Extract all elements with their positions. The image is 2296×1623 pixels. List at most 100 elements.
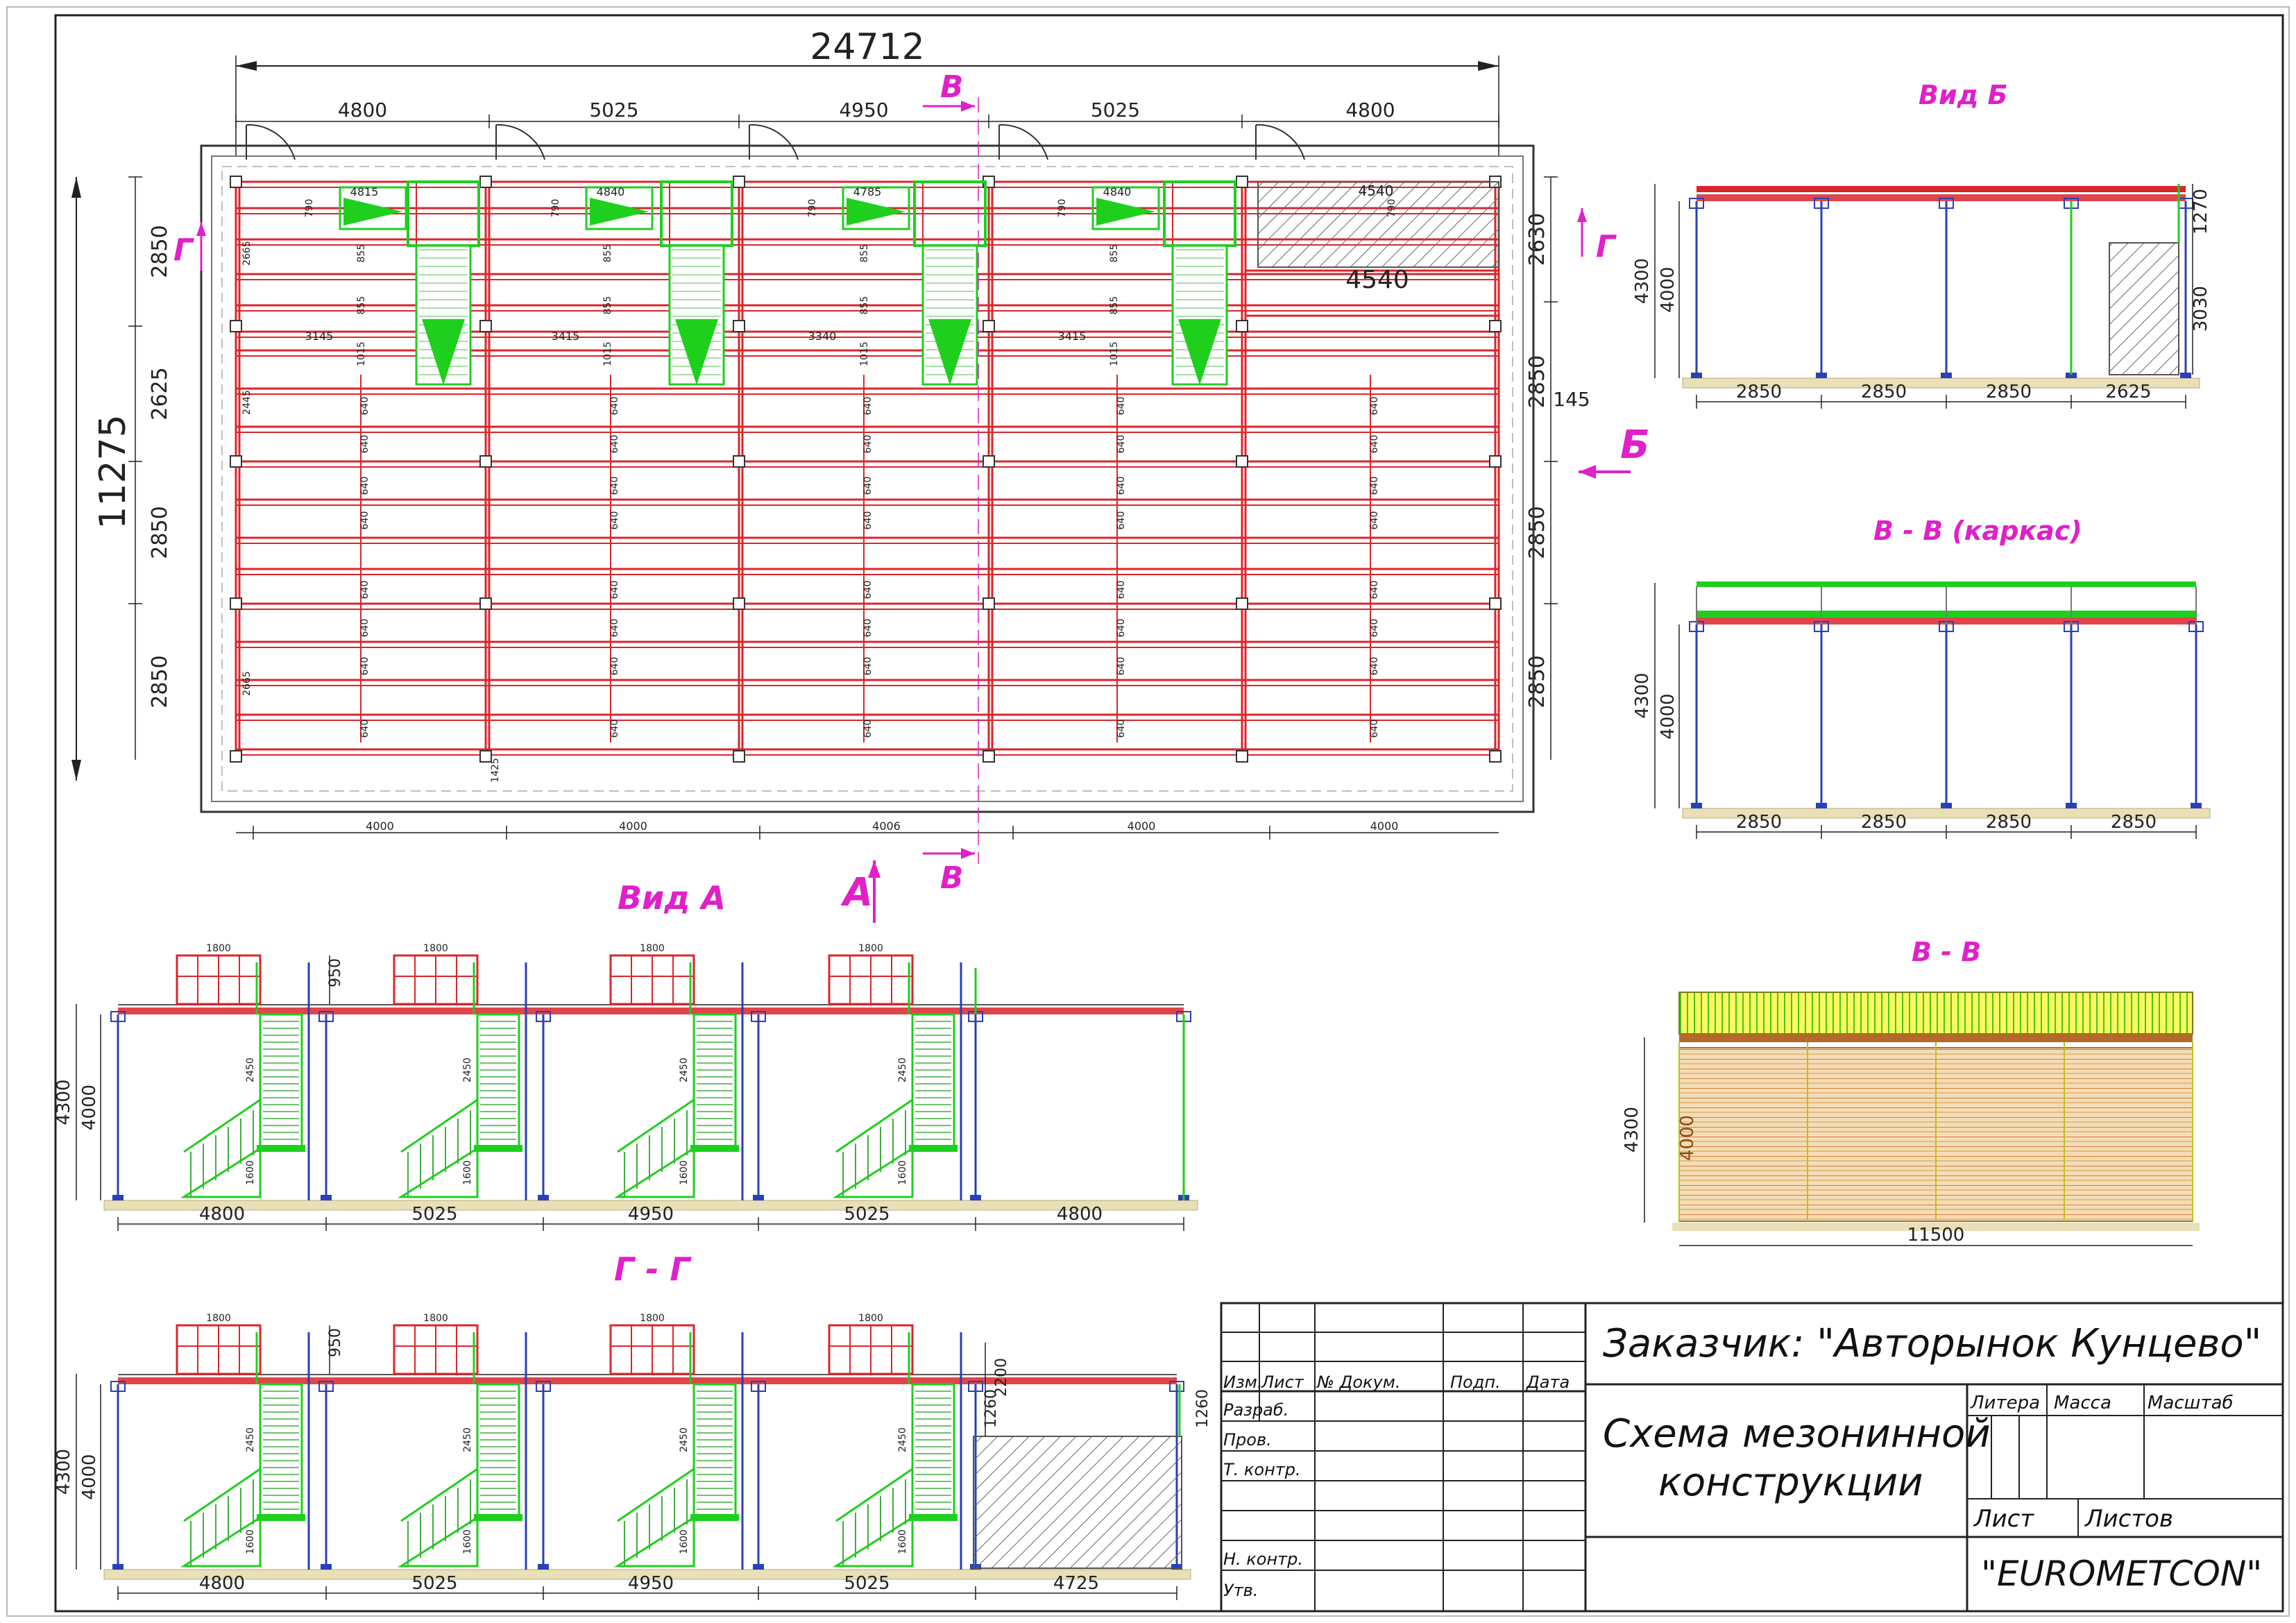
column-base xyxy=(1691,803,1702,808)
row-gap-dim: 640 xyxy=(1369,511,1380,530)
landing-width-dim: 1800 xyxy=(206,1313,231,1324)
stair-width-dim: 4840 xyxy=(597,185,625,198)
view-gg: Г - Г 4800 5025 4950 5025 4725 4300 4000 1800 24… xyxy=(53,1250,1211,1600)
tb-col-sign: Подп. xyxy=(1450,1373,1501,1392)
landing-width-dim: 1800 xyxy=(423,943,448,954)
stair-dim: 2450 xyxy=(462,1057,473,1082)
column-post xyxy=(733,320,745,332)
column-post xyxy=(1236,320,1248,332)
left-span-dim: 2850 xyxy=(148,225,172,278)
row-gap-dim: 640 xyxy=(359,397,371,416)
height-total-dim: 4300 xyxy=(1632,672,1653,718)
small-dim: 1015 xyxy=(602,341,613,366)
row-gap-dim: 640 xyxy=(862,720,874,738)
right-dim: 2200 xyxy=(993,1358,1010,1397)
stair-dim: 2450 xyxy=(897,1427,908,1452)
row-gap-dim: 640 xyxy=(359,657,371,676)
stair-side-arrow xyxy=(847,198,905,226)
column-post xyxy=(733,597,745,610)
column-post xyxy=(1236,597,1248,610)
column-post xyxy=(479,455,492,468)
tb-row-razrab: Разраб. xyxy=(1223,1400,1289,1420)
stair-landing-base xyxy=(257,1514,305,1521)
row-gap-dim: 640 xyxy=(862,581,874,600)
column-post xyxy=(479,597,492,610)
column-post xyxy=(1489,455,1502,468)
rail-panel xyxy=(1678,992,2193,1035)
bottom-span-dim: 4000 xyxy=(1370,819,1399,833)
beam-gap-dim: 3415 xyxy=(552,330,580,343)
door-arc xyxy=(246,124,296,160)
height-total-dim: 4300 xyxy=(53,1079,74,1125)
stair-flight xyxy=(911,1383,955,1519)
stair-width-dim: 4815 xyxy=(350,185,379,198)
span-dim: 2850 xyxy=(1986,812,2032,833)
stair-flight xyxy=(692,1383,737,1519)
row-gap-dim: 640 xyxy=(609,581,620,600)
span-dim: 2850 xyxy=(2111,812,2157,833)
row-gap-dim: 640 xyxy=(862,435,874,454)
small-dim: 855 xyxy=(602,296,613,315)
row-gap-dim: 640 xyxy=(862,619,874,638)
row-gap-dim: 640 xyxy=(359,619,371,638)
stair-side-arrow xyxy=(1096,198,1155,226)
span-dim: 2850 xyxy=(1736,382,1782,402)
small-dim: 1015 xyxy=(859,341,870,366)
plan-view: 24712 4800 5025 4950 5025 4800 4000 4000 4006 4… xyxy=(71,26,1650,923)
tb-litera: Литера xyxy=(1970,1393,2040,1413)
stair-flight xyxy=(692,1013,737,1150)
span-dim: 2625 xyxy=(2105,382,2151,402)
row-gap-dim: 640 xyxy=(862,511,874,530)
landing-width-dim: 1800 xyxy=(858,1313,883,1324)
row-gap-dim: 640 xyxy=(359,511,371,530)
landing-width-dim: 1800 xyxy=(423,1313,448,1324)
small-dim: 855 xyxy=(859,296,870,315)
landing-width-dim: 1800 xyxy=(858,943,883,954)
tb-list: Лист xyxy=(1973,1505,2034,1533)
view-arrow-b-label: Б xyxy=(1620,423,1650,468)
span-dim: 2850 xyxy=(1986,382,2032,402)
bottom-span-dim: 4000 xyxy=(619,819,647,833)
column-base xyxy=(1691,373,1702,378)
stair-flight xyxy=(476,1013,520,1150)
door-arc xyxy=(1255,124,1305,160)
column-post xyxy=(230,750,242,763)
top-span-dim: 5025 xyxy=(1091,99,1140,121)
small-dim: 790 xyxy=(550,199,561,218)
door-arc xyxy=(495,124,545,160)
section-g-left: Г xyxy=(173,232,194,268)
column-base xyxy=(2180,373,2191,378)
span-dim: 5025 xyxy=(411,1204,457,1225)
column-post xyxy=(733,176,745,188)
row-gap-dim: 640 xyxy=(609,435,620,454)
landing-width-dim: 1800 xyxy=(640,943,665,954)
span-dim: 4800 xyxy=(199,1573,245,1594)
column-base xyxy=(2191,803,2202,808)
tb-col-date: Дата xyxy=(1526,1373,1570,1392)
span-dim: 4725 xyxy=(1053,1573,1099,1594)
right-dim: 1260 xyxy=(1194,1389,1211,1428)
bottom-span-dim: 4000 xyxy=(1128,819,1156,833)
door-arc xyxy=(749,124,799,160)
tb-masshtab: Масштаб xyxy=(2148,1393,2234,1413)
vv-width-dim: 11500 xyxy=(1907,1225,1965,1246)
landing-width-dim: 1800 xyxy=(206,943,231,954)
height-col-dim: 4000 xyxy=(79,1454,100,1499)
column-base xyxy=(538,1195,549,1200)
column-post xyxy=(733,455,745,468)
tb-title-line1: Схема мезонинной xyxy=(1603,1411,1991,1456)
stair-landing-base xyxy=(909,1145,958,1152)
row-gap-dim: 640 xyxy=(1369,619,1380,638)
row-gap-dim: 640 xyxy=(1116,581,1127,600)
rail-top xyxy=(1697,581,2196,587)
span-dim: 2850 xyxy=(1861,382,1907,402)
left-span-dim: 2850 xyxy=(148,506,172,559)
right-dim: 3030 xyxy=(2191,286,2211,332)
column-base xyxy=(970,1195,981,1200)
left-total-label: 11275 xyxy=(92,414,134,529)
row-gap-dim: 640 xyxy=(1369,397,1380,416)
small-dim: 1015 xyxy=(1109,341,1120,366)
column-post xyxy=(230,176,242,188)
row-gap-dim: 640 xyxy=(609,477,620,495)
span-dim: 4950 xyxy=(628,1573,674,1594)
